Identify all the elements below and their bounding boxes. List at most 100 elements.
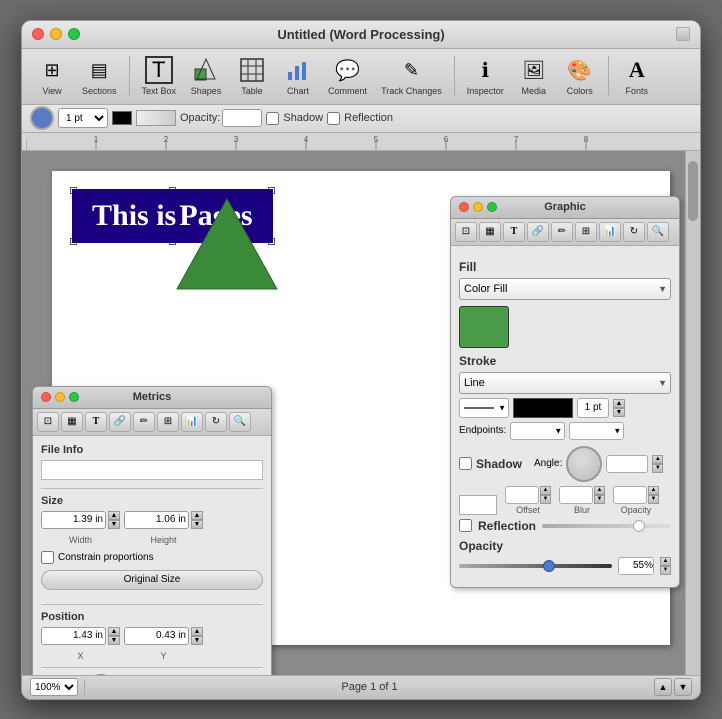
metrics-tool-9[interactable]: 🔍 [229,412,251,432]
metrics-tool-6[interactable]: ⊞ [157,412,179,432]
view-button[interactable]: ⊞ View [30,52,74,100]
reflection-checkbox[interactable] [327,112,340,125]
table-button[interactable]: Table [230,52,274,100]
shadow-panel-checkbox[interactable] [459,457,472,470]
x-input[interactable] [41,627,106,645]
metrics-close-btn[interactable] [41,392,51,402]
x-up[interactable]: ▲ [108,627,120,636]
metrics-zoom-btn[interactable] [69,392,79,402]
shadow-blur-up[interactable]: ▲ [594,486,605,495]
metrics-tool-8[interactable]: ↻ [205,412,227,432]
triangle-shape[interactable] [172,194,282,294]
textbox-button[interactable]: T Text Box [136,52,183,100]
colors-button[interactable]: 🎨 Colors [558,52,602,100]
graphic-tool-3[interactable]: T [503,222,525,242]
metrics-tool-1[interactable]: ⊡ [37,412,59,432]
shadow-checkbox[interactable] [266,112,279,125]
stroke-line-select[interactable]: ▼ [459,398,509,418]
graphic-tool-7[interactable]: 📊 [599,222,621,242]
shadow-angle-up[interactable]: ▲ [652,455,663,464]
graphic-tool-4[interactable]: 🔗 [527,222,549,242]
height-up[interactable]: ▲ [191,511,203,520]
opacity-up[interactable]: ▲ [660,557,671,566]
endpoint-start-select[interactable]: ▼ [510,422,565,440]
fill-type-dropdown[interactable]: Color Fill [459,278,671,300]
y-up[interactable]: ▲ [191,627,203,636]
original-size-btn[interactable]: Original Size [41,570,263,590]
maximize-button[interactable] [68,28,80,40]
vertical-scrollbar[interactable] [685,151,700,675]
width-up[interactable]: ▲ [108,511,120,520]
record-button[interactable] [30,106,54,130]
shadow-offset-input[interactable] [505,486,539,504]
fill-color-bar[interactable] [136,110,176,126]
trackchanges-button[interactable]: ✎ Track Changes [375,52,448,100]
graphic-zoom-btn[interactable] [487,202,497,212]
opacity-slider[interactable] [459,564,612,568]
zoom-select[interactable]: 100% [30,678,78,696]
graphic-close-btn[interactable] [459,202,469,212]
endpoint-end-select[interactable]: ▼ [569,422,624,440]
fonts-button[interactable]: A Fonts [615,52,659,100]
metrics-minimize-btn[interactable] [55,392,65,402]
scrollbar-thumb[interactable] [688,161,698,221]
metrics-tool-7[interactable]: 📊 [181,412,203,432]
angle-dial[interactable] [85,674,117,675]
inspector-button[interactable]: ℹ Inspector [461,52,510,100]
font-size-select[interactable]: 1 pt [58,108,108,128]
shadow-angle-down[interactable]: ▼ [652,464,663,473]
shadow-opacity-up[interactable]: ▲ [648,486,659,495]
height-input[interactable] [124,511,189,529]
reflection-slider[interactable] [542,524,671,528]
stroke-color-swatch[interactable] [112,111,132,125]
opacity-input[interactable] [222,109,262,127]
metrics-tool-4[interactable]: 🔗 [109,412,131,432]
graphic-tool-6[interactable]: ⊞ [575,222,597,242]
shadow-blur-down[interactable]: ▼ [594,495,605,504]
height-down[interactable]: ▼ [191,520,203,529]
stroke-down[interactable]: ▼ [613,408,625,417]
sections-button[interactable]: ▤ Sections [76,52,123,100]
stroke-type-dropdown[interactable]: Line [459,372,671,394]
scroll-down-btn[interactable]: ▼ [674,678,692,696]
fill-color-swatch[interactable] [459,306,509,348]
shadow-color-swatch[interactable] [459,495,497,515]
stroke-color-box[interactable] [513,398,573,418]
metrics-tool-5[interactable]: ✏ [133,412,155,432]
minimize-button[interactable] [50,28,62,40]
opacity-down[interactable]: ▼ [660,566,671,575]
scroll-up-btn[interactable]: ▲ [654,678,672,696]
shadow-offset-up[interactable]: ▲ [540,486,551,495]
graphic-minimize-btn[interactable] [473,202,483,212]
graphic-tool-1[interactable]: ⊡ [455,222,477,242]
shadow-offset-down[interactable]: ▼ [540,495,551,504]
graphic-tool-9[interactable]: 🔍 [647,222,669,242]
reflection-panel-checkbox[interactable] [459,519,472,532]
metrics-tool-2[interactable]: ▦ [61,412,83,432]
y-down[interactable]: ▼ [191,636,203,645]
graphic-tool-8[interactable]: ↻ [623,222,645,242]
graphic-tool-5[interactable]: ✏ [551,222,573,242]
comment-button[interactable]: 💬 Comment [322,52,373,100]
graphic-tool-2[interactable]: ▦ [479,222,501,242]
chart-button[interactable]: Chart [276,52,320,100]
y-input[interactable] [124,627,189,645]
shadow-angle-knob[interactable] [566,446,602,482]
opacity-value-input[interactable] [618,557,654,575]
width-input[interactable] [41,511,106,529]
shapes-button[interactable]: Shapes [184,52,228,100]
resize-button[interactable] [676,27,690,41]
close-button[interactable] [32,28,44,40]
shadow-opacity-input[interactable] [613,486,647,504]
metrics-tool-3[interactable]: T [85,412,107,432]
shadow-angle-input[interactable] [606,455,648,473]
shadow-blur-input[interactable] [559,486,593,504]
media-button[interactable]: 🖼 Media [512,52,556,100]
x-down[interactable]: ▼ [108,636,120,645]
constrain-checkbox[interactable] [41,551,54,564]
shadow-opacity-down[interactable]: ▼ [648,495,659,504]
file-info-field[interactable] [41,460,263,480]
stroke-width-input[interactable] [577,398,609,418]
width-down[interactable]: ▼ [108,520,120,529]
stroke-up[interactable]: ▲ [613,399,625,408]
